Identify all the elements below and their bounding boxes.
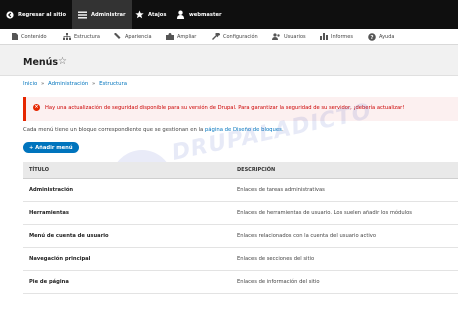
- bar-chart-icon: [320, 33, 328, 40]
- shortcuts-label: Atajos: [148, 11, 167, 18]
- manage-tab[interactable]: Administrar: [72, 0, 132, 29]
- page-header: Menús ☆: [0, 45, 458, 76]
- menu-item-structure[interactable]: Estructura: [63, 29, 100, 44]
- document-icon: [12, 33, 18, 40]
- menu-item-extend-label: Ampliar: [177, 33, 197, 40]
- menu-title[interactable]: Pie de página: [29, 279, 69, 285]
- structure-icon: [63, 33, 71, 40]
- back-to-site-label: Regresar al sitio: [18, 11, 67, 18]
- column-header-description: DESCRIPCIÓN: [237, 167, 276, 173]
- star-icon: [135, 10, 144, 19]
- menu-item-people-label: Usuarios: [284, 33, 306, 40]
- puzzle-icon: [166, 33, 174, 40]
- page-title: Menús: [23, 57, 59, 68]
- shortcuts-tab[interactable]: Atajos: [135, 0, 166, 29]
- table-row: Administración Enlaces de tareas adminis…: [23, 179, 458, 202]
- breadcrumb-home[interactable]: Inicio: [23, 81, 37, 87]
- menu-title[interactable]: Navegación principal: [29, 256, 90, 262]
- security-alert: × Hay una actualización de seguridad dis…: [23, 97, 458, 121]
- table-row: Menú de cuenta de usuario Enlaces relaci…: [23, 225, 458, 248]
- table-row: Herramientas Enlaces de herramientas de …: [23, 202, 458, 225]
- menu-item-help[interactable]: ? Ayuda: [368, 29, 394, 44]
- table-header: TÍTULO DESCRIPCIÓN: [23, 162, 458, 179]
- wrench-icon: [212, 33, 220, 40]
- breadcrumb: Inicio » Administración » Estructura: [23, 81, 127, 87]
- menu-item-content[interactable]: Contenido: [12, 29, 47, 44]
- menu-item-configuration[interactable]: Configuración: [212, 29, 258, 44]
- description-text: Cada menú tiene un bloque correspondient…: [23, 127, 205, 133]
- user-label: webmaster: [189, 11, 222, 18]
- arrow-left-icon: [6, 10, 14, 19]
- admin-menu-bar: Contenido Estructura Apariencia Ampliar …: [0, 29, 458, 45]
- shortcut-star-icon[interactable]: ☆: [58, 56, 67, 67]
- manage-label: Administrar: [91, 11, 126, 18]
- menu-item-extend[interactable]: Ampliar: [166, 29, 196, 44]
- breadcrumb-administration[interactable]: Administración: [48, 81, 88, 87]
- menu-item-configuration-label: Configuración: [223, 33, 258, 40]
- menu-item-reports-label: Informes: [331, 33, 353, 40]
- menu-item-reports[interactable]: Informes: [320, 29, 353, 44]
- menu-description: Enlaces relacionados con la cuenta del u…: [237, 233, 377, 239]
- add-menu-button[interactable]: + Añadir menú: [23, 142, 79, 153]
- hamburger-icon: [78, 11, 87, 19]
- table-row: Navegación principal Enlaces de seccione…: [23, 248, 458, 271]
- breadcrumb-structure[interactable]: Estructura: [99, 81, 127, 87]
- menu-description: Enlaces de información del sitio: [237, 279, 320, 285]
- breadcrumb-separator: »: [40, 81, 45, 87]
- table-row: Pie de página Enlaces de información del…: [23, 271, 458, 294]
- people-icon: [272, 33, 281, 40]
- help-icon: ?: [368, 32, 376, 41]
- breadcrumb-separator: »: [92, 81, 96, 87]
- menus-table: TÍTULO DESCRIPCIÓN Administración Enlace…: [23, 162, 458, 294]
- paintbrush-icon: [114, 33, 122, 40]
- menu-item-help-label: Ayuda: [379, 33, 395, 40]
- menu-description: Enlaces de secciones del sitio: [237, 256, 315, 262]
- menu-description: Enlaces de herramientas de usuario. Los …: [237, 210, 412, 216]
- menu-item-appearance[interactable]: Apariencia: [114, 29, 152, 44]
- menu-item-structure-label: Estructura: [74, 33, 100, 40]
- menu-item-people[interactable]: Usuarios: [272, 29, 306, 44]
- column-header-title: TÍTULO: [29, 167, 49, 173]
- menu-item-appearance-label: Apariencia: [125, 33, 152, 40]
- menu-title[interactable]: Herramientas: [29, 210, 69, 216]
- menu-item-content-label: Contenido: [21, 33, 47, 40]
- admin-toolbar: Regresar al sitio Administrar Atajos web…: [0, 0, 458, 29]
- svg-text:?: ?: [370, 35, 373, 41]
- user-icon: [176, 10, 185, 19]
- user-tab[interactable]: webmaster: [176, 0, 222, 29]
- error-icon: ×: [33, 104, 40, 111]
- menu-title[interactable]: Menú de cuenta de usuario: [29, 233, 109, 239]
- menu-description: Enlaces de tareas administrativas: [237, 187, 325, 193]
- menu-title[interactable]: Administración: [29, 187, 73, 193]
- back-to-site-link[interactable]: Regresar al sitio: [6, 0, 66, 29]
